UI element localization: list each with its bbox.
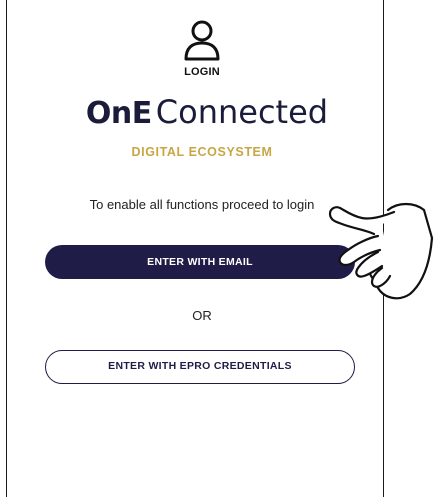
brand-connected-text: Connected <box>155 93 329 131</box>
or-separator: OR <box>192 308 212 323</box>
login-screen: LOGIN OnE Connected DIGITAL ECOSYSTEM To… <box>0 0 434 497</box>
login-title: LOGIN <box>184 66 220 78</box>
brand-tagline: DIGITAL ECOSYSTEM <box>131 145 273 159</box>
user-icon <box>184 20 220 61</box>
brand-one-text: OnE <box>85 96 152 131</box>
enter-with-email-button[interactable]: ENTER WITH EMAIL <box>45 245 355 279</box>
enter-with-epro-button[interactable]: ENTER WITH EPRO CREDENTIALS <box>45 350 355 384</box>
brand-logo: OnE Connected <box>47 93 367 137</box>
pointing-hand-icon <box>328 202 434 300</box>
